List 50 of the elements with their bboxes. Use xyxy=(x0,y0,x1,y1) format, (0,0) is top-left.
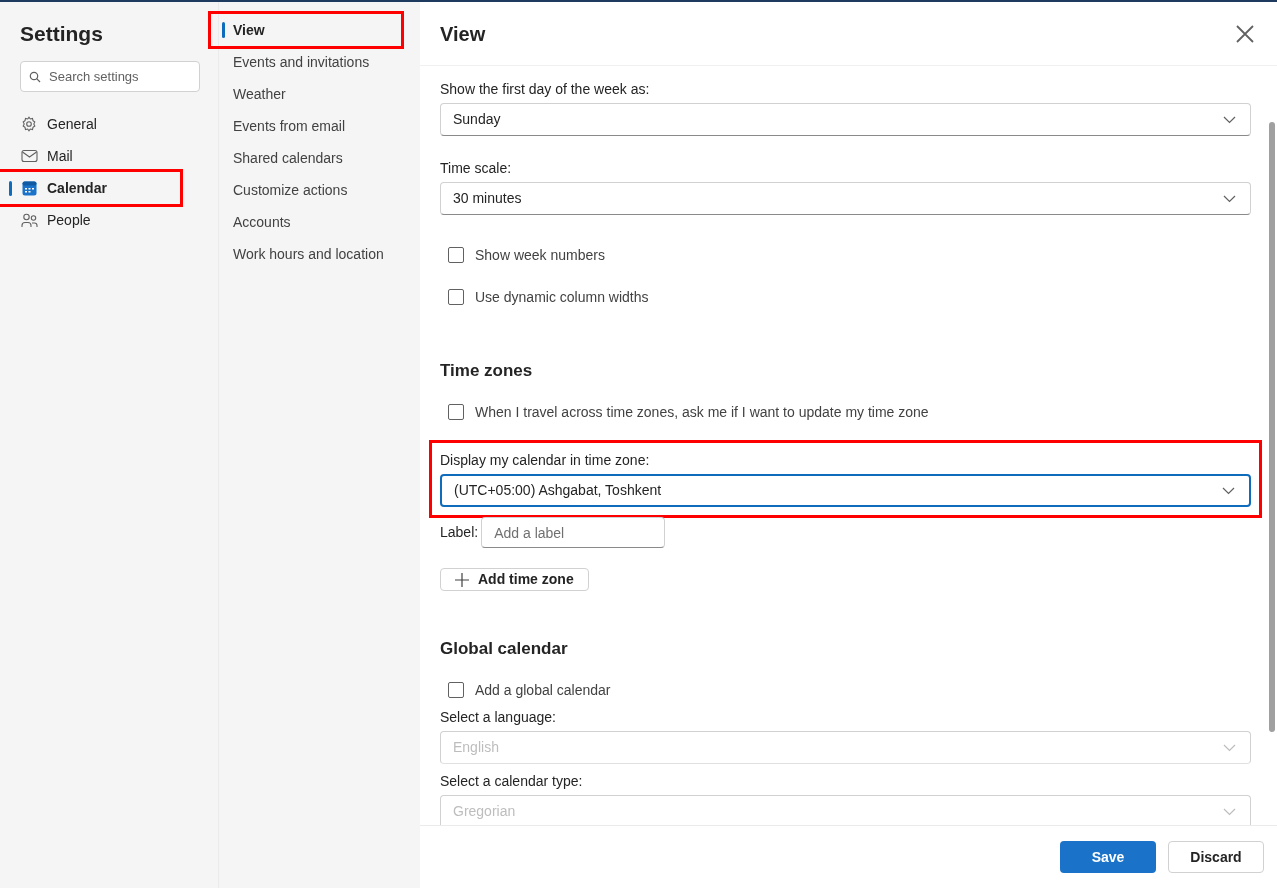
secondary-button[interactable]: Discard xyxy=(1168,841,1264,873)
checkbox-label: Add a global calendar xyxy=(475,681,611,700)
nav-item[interactable]: People xyxy=(0,204,180,236)
chevron-down-icon xyxy=(1223,194,1236,203)
chevron-down-icon xyxy=(1223,115,1236,124)
field-label: Display my calendar in time zone: xyxy=(440,451,650,469)
settings-title: Settings xyxy=(20,21,103,47)
checkbox-label: Use dynamic column widths xyxy=(475,288,649,307)
field-label: Show the first day of the week as: xyxy=(440,80,650,98)
field-label: Select a language: xyxy=(440,708,556,726)
chevron-down-icon xyxy=(1222,486,1235,495)
plus-icon xyxy=(455,572,469,587)
section-heading: Global calendar xyxy=(440,638,568,660)
envelope-icon xyxy=(20,149,38,163)
nav-item[interactable]: Mail xyxy=(0,140,180,172)
chevron-down-icon xyxy=(1223,743,1236,752)
checkbox-label: When I travel across time zones, ask me if I want to update my time zone xyxy=(475,403,929,422)
dropdown[interactable]: (UTC+05:00) Ashgabat, Toshkent xyxy=(440,474,1251,507)
dropdown[interactable]: Sunday xyxy=(440,103,1251,136)
field-label: Label: xyxy=(440,523,479,542)
settings-icon xyxy=(20,116,38,132)
subnav-item[interactable]: View xyxy=(211,14,401,46)
subnav-item[interactable]: Events from email xyxy=(219,110,409,142)
field-label: Time scale: xyxy=(440,159,512,177)
checkbox[interactable] xyxy=(448,247,464,263)
subnav-item[interactable]: Shared calendars xyxy=(219,142,409,174)
primary-button[interactable]: Save xyxy=(1060,841,1156,873)
subnav-item[interactable]: Work hours and location xyxy=(219,238,409,270)
nav-item[interactable]: Calendar xyxy=(0,172,180,204)
checkbox[interactable] xyxy=(448,682,464,698)
checkbox-label: Show week numbers xyxy=(475,246,605,265)
field-label: Select a calendar type: xyxy=(440,772,583,790)
search-icon xyxy=(29,71,41,83)
panel-title: View xyxy=(440,21,486,47)
checkbox[interactable] xyxy=(448,404,464,420)
people-icon xyxy=(20,212,38,228)
checkbox[interactable] xyxy=(448,289,464,305)
dropdown[interactable]: 30 minutes xyxy=(440,182,1251,215)
subnav-item[interactable]: Accounts xyxy=(219,206,409,238)
search-field[interactable]: Search settings xyxy=(20,61,200,92)
chevron-down-icon xyxy=(1223,807,1236,816)
close-icon xyxy=(1236,24,1254,43)
calendar-icon xyxy=(20,180,38,196)
subnav-item[interactable]: Weather xyxy=(219,78,409,110)
add-time-zone-button[interactable]: Add time zone xyxy=(440,568,589,591)
subnav-item[interactable]: Events and invitations xyxy=(219,46,409,78)
input-field[interactable]: Add a label xyxy=(481,517,666,548)
section-heading: Time zones xyxy=(440,360,533,382)
subnav-item[interactable]: Customize actions xyxy=(219,174,409,206)
nav-item[interactable]: General xyxy=(0,108,180,140)
